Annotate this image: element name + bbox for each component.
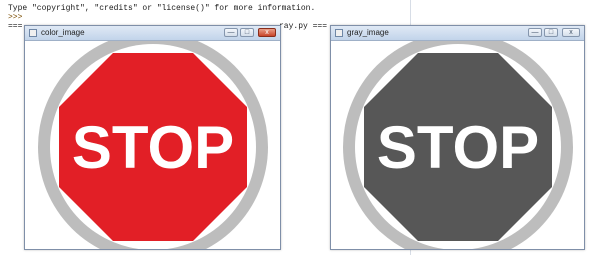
close-button[interactable]: x xyxy=(562,28,580,37)
gray-image-titlebar[interactable]: gray_image — □ x xyxy=(331,26,584,41)
window-app-icon xyxy=(29,29,37,37)
minimize-button[interactable]: — xyxy=(224,28,238,37)
console-restart-line-suffix: ray.py === xyxy=(279,22,328,31)
image-canvas: STOP xyxy=(331,41,584,249)
window-title: color_image xyxy=(41,28,85,37)
window-app-icon xyxy=(335,29,343,37)
console-restart-line-prefix: === xyxy=(8,22,23,31)
image-canvas: STOP xyxy=(25,41,280,249)
gray-image-window[interactable]: gray_image — □ x STOP xyxy=(330,25,585,250)
sign-text: STOP xyxy=(377,114,539,181)
color-image-titlebar[interactable]: color_image — □ x xyxy=(25,26,280,41)
console-banner-line: Type "copyright", "credits" or "license(… xyxy=(8,4,316,13)
close-button[interactable]: x xyxy=(258,28,276,37)
maximize-button[interactable]: □ xyxy=(544,28,558,37)
console-prompt: >>> xyxy=(8,13,23,22)
minimize-button[interactable]: — xyxy=(528,28,542,37)
sign-text: STOP xyxy=(72,114,234,181)
stop-sign-image: STOP xyxy=(38,41,268,249)
window-title: gray_image xyxy=(347,28,389,37)
color-image-window[interactable]: color_image — □ x STOP xyxy=(24,25,281,250)
maximize-button[interactable]: □ xyxy=(240,28,254,37)
stop-sign-image: STOP xyxy=(343,41,573,249)
